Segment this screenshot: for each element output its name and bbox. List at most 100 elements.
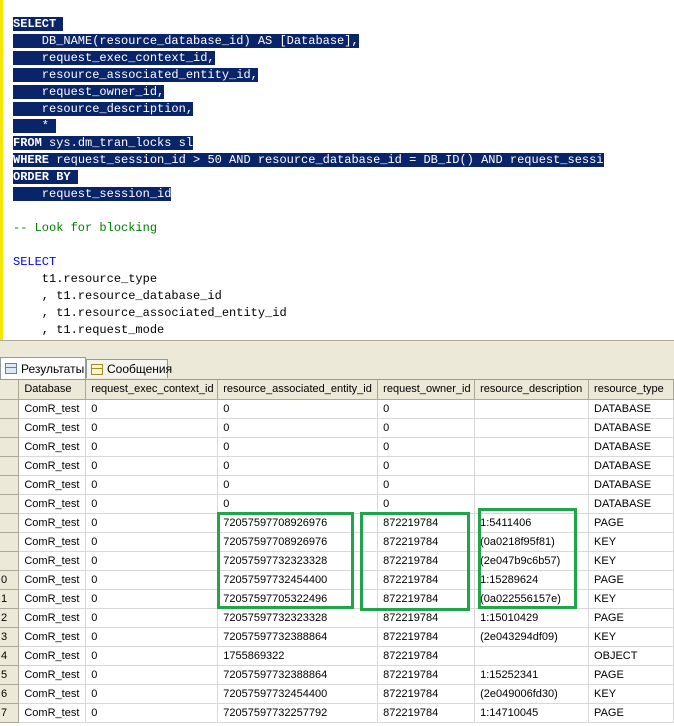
code-line[interactable]: -- Look for blocking	[13, 220, 604, 237]
entity-id-cell[interactable]: 72057597708926976	[217, 532, 379, 552]
row-header[interactable]: 3	[0, 627, 20, 647]
owner-id-cell[interactable]: 872219784	[377, 646, 476, 666]
entity-id-cell[interactable]: 0	[217, 456, 379, 476]
table-row[interactable]: ComR_test 0 0 0 DATABASE	[0, 399, 674, 419]
column-header[interactable]: request_exec_context_id	[85, 380, 219, 400]
database-cell[interactable]: ComR_test	[18, 608, 87, 628]
table-row[interactable]: ComR_test 0 72057597732323328 872219784 (2e0…	[0, 551, 674, 571]
database-cell[interactable]: ComR_test	[18, 494, 87, 514]
tab-results[interactable]: Результаты	[0, 357, 86, 379]
code-line[interactable]: ORDER BY	[13, 169, 604, 186]
row-header[interactable]: 2	[0, 608, 20, 628]
description-cell[interactable]	[474, 494, 590, 514]
database-cell[interactable]: ComR_test	[18, 551, 87, 571]
context-id-cell[interactable]: 0	[85, 627, 219, 647]
owner-id-cell[interactable]: 872219784	[377, 684, 476, 704]
description-cell[interactable]: 1:15010429	[474, 608, 590, 628]
owner-id-cell[interactable]: 872219784	[377, 570, 476, 590]
row-header[interactable]: 4	[0, 646, 20, 666]
entity-id-cell[interactable]: 72057597732323328	[217, 608, 379, 628]
context-id-cell[interactable]: 0	[85, 665, 219, 685]
type-cell[interactable]: PAGE	[588, 570, 674, 590]
row-header[interactable]	[0, 532, 20, 552]
database-cell[interactable]: ComR_test	[18, 437, 87, 457]
column-header[interactable]: Database	[18, 380, 87, 400]
code-line[interactable]: request_session_id	[13, 186, 604, 203]
database-cell[interactable]: ComR_test	[18, 475, 87, 495]
owner-id-cell[interactable]: 0	[377, 399, 476, 419]
entity-id-cell[interactable]: 0	[217, 399, 379, 419]
code-line[interactable]: t1.resource_type	[13, 271, 604, 288]
corner-cell[interactable]	[0, 380, 20, 400]
context-id-cell[interactable]: 0	[85, 646, 219, 666]
row-header[interactable]: 6	[0, 684, 20, 704]
context-id-cell[interactable]: 0	[85, 608, 219, 628]
table-row[interactable]: ComR_test 0 72057597708926976 872219784 1:54…	[0, 513, 674, 533]
code-line[interactable]: DB_NAME(resource_database_id) AS [Databa…	[13, 33, 604, 50]
code-line[interactable]: FROM sys.dm_tran_locks sl	[13, 135, 604, 152]
context-id-cell[interactable]: 0	[85, 703, 219, 723]
owner-id-cell[interactable]: 872219784	[377, 551, 476, 571]
table-row[interactable]: 3 ComR_test 0 72057597732388864 872219784 (2e…	[0, 627, 674, 647]
database-cell[interactable]: ComR_test	[18, 456, 87, 476]
context-id-cell[interactable]: 0	[85, 589, 219, 609]
database-cell[interactable]: ComR_test	[18, 665, 87, 685]
database-cell[interactable]: ComR_test	[18, 703, 87, 723]
table-row[interactable]: ComR_test 0 72057597708926976 872219784 (0a0…	[0, 532, 674, 552]
owner-id-cell[interactable]: 0	[377, 418, 476, 438]
entity-id-cell[interactable]: 0	[217, 494, 379, 514]
context-id-cell[interactable]: 0	[85, 551, 219, 571]
entity-id-cell[interactable]: 0	[217, 437, 379, 457]
row-header[interactable]	[0, 494, 20, 514]
table-row[interactable]: ComR_test 0 0 0 DATABASE	[0, 437, 674, 457]
entity-id-cell[interactable]: 72057597708926976	[217, 513, 379, 533]
description-cell[interactable]: 1:14710045	[474, 703, 590, 723]
owner-id-cell[interactable]: 872219784	[377, 627, 476, 647]
code-line[interactable]: resource_associated_entity_id,	[13, 67, 604, 84]
context-id-cell[interactable]: 0	[85, 437, 219, 457]
row-header[interactable]	[0, 418, 20, 438]
code-line[interactable]: request_owner_id,	[13, 84, 604, 101]
code-line[interactable]: , t1.resource_database_id	[13, 288, 604, 305]
entity-id-cell[interactable]: 72057597732388864	[217, 665, 379, 685]
table-row[interactable]: ComR_test 0 0 0 DATABASE	[0, 475, 674, 495]
owner-id-cell[interactable]: 872219784	[377, 665, 476, 685]
row-header[interactable]	[0, 551, 20, 571]
type-cell[interactable]: PAGE	[588, 665, 674, 685]
type-cell[interactable]: DATABASE	[588, 475, 674, 495]
row-header[interactable]	[0, 475, 20, 495]
type-cell[interactable]: PAGE	[588, 703, 674, 723]
table-row[interactable]: 0 ComR_test 0 72057597732454400 872219784 1:1…	[0, 570, 674, 590]
database-cell[interactable]: ComR_test	[18, 532, 87, 552]
description-cell[interactable]	[474, 475, 590, 495]
owner-id-cell[interactable]: 872219784	[377, 513, 476, 533]
type-cell[interactable]: PAGE	[588, 608, 674, 628]
table-row[interactable]: 1 ComR_test 0 72057597705322496 872219784 (0a…	[0, 589, 674, 609]
type-cell[interactable]: PAGE	[588, 513, 674, 533]
type-cell[interactable]: KEY	[588, 589, 674, 609]
description-cell[interactable]: (0a0218f95f81)	[474, 532, 590, 552]
database-cell[interactable]: ComR_test	[18, 589, 87, 609]
description-cell[interactable]	[474, 418, 590, 438]
context-id-cell[interactable]: 0	[85, 513, 219, 533]
entity-id-cell[interactable]: 72057597732388864	[217, 627, 379, 647]
context-id-cell[interactable]: 0	[85, 418, 219, 438]
context-id-cell[interactable]: 0	[85, 399, 219, 419]
context-id-cell[interactable]: 0	[85, 532, 219, 552]
database-cell[interactable]: ComR_test	[18, 418, 87, 438]
table-row[interactable]: ComR_test 0 0 0 DATABASE	[0, 418, 674, 438]
database-cell[interactable]: ComR_test	[18, 513, 87, 533]
database-cell[interactable]: ComR_test	[18, 399, 87, 419]
context-id-cell[interactable]: 0	[85, 570, 219, 590]
sql-code[interactable]: SELECT DB_NAME(resource_database_id) AS …	[13, 16, 604, 339]
owner-id-cell[interactable]: 872219784	[377, 589, 476, 609]
row-header[interactable]: 7	[0, 703, 20, 723]
code-line[interactable]	[13, 203, 604, 220]
owner-id-cell[interactable]: 872219784	[377, 532, 476, 552]
table-row[interactable]: ComR_test 0 0 0 DATABASE	[0, 494, 674, 514]
description-cell[interactable]	[474, 399, 590, 419]
table-row[interactable]: 5 ComR_test 0 72057597732388864 872219784 1:1…	[0, 665, 674, 685]
entity-id-cell[interactable]: 1755869322	[217, 646, 379, 666]
context-id-cell[interactable]: 0	[85, 684, 219, 704]
owner-id-cell[interactable]: 872219784	[377, 608, 476, 628]
